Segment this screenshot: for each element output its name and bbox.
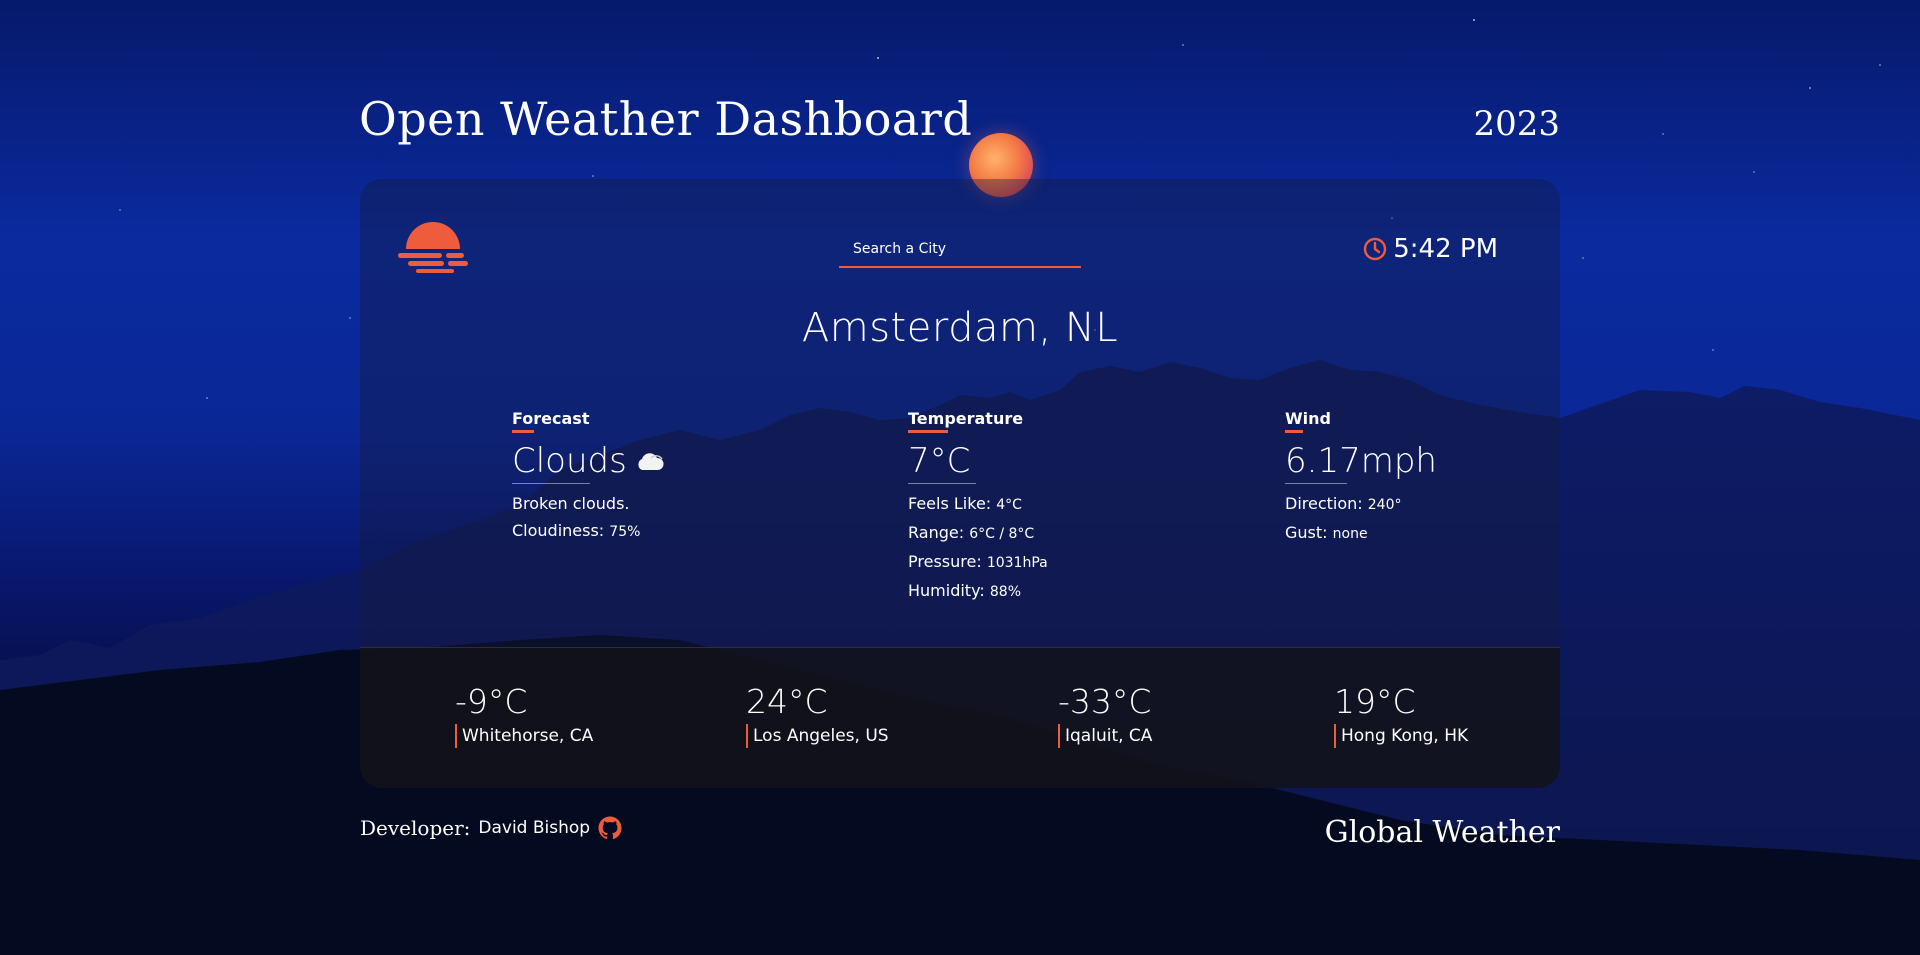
wind-section: Wind 6.17mph Direction: 240° Gust: none [1285,409,1437,548]
global-city-name-row: Iqaluit, CA [1058,724,1152,748]
cloudiness-value: 75% [609,524,641,540]
global-city-name-row: Whitehorse, CA [455,724,593,748]
wind-label: Wind [1285,409,1331,428]
global-city-name: Iqaluit, CA [1065,726,1153,746]
global-city-name-row: Hong Kong, HK [1334,724,1468,748]
gust-row: Gust: none [1285,519,1437,548]
global-city-accent-bar [1058,724,1060,748]
global-city-name: Los Angeles, US [753,726,889,746]
direction-value: 240° [1367,497,1402,513]
footer-title: Global Weather [1324,815,1560,850]
forecast-main: Clouds [512,441,665,481]
temperature-label: Temperature [908,409,1024,428]
forecast-cloudiness: Cloudiness: 75% [512,517,665,546]
sun-logo-icon [398,222,468,273]
range-row: Range: 6°C / 8°C [908,519,1048,548]
wind-label-underline [1285,430,1303,433]
global-city-name: Whitehorse, CA [462,726,594,746]
github-icon[interactable] [598,816,622,840]
global-city-temp: -33°C [1058,682,1152,721]
gust-label: Gust: [1285,523,1328,542]
global-city-card[interactable]: 19°C Hong Kong, HK [1334,682,1468,748]
clock: 5:42 PM [1363,234,1498,264]
temperature-main-value: 7°C [908,441,971,481]
temperature-section: Temperature 7°C Feels Like: 4°C Range: 6… [908,409,1048,606]
feels-like-value: 4°C [996,497,1022,513]
global-city-card[interactable]: -33°C Iqaluit, CA [1058,682,1152,748]
wind-main-underline [1285,483,1347,484]
cloudiness-label: Cloudiness: [512,521,605,540]
direction-label: Direction: [1285,494,1363,513]
pressure-row: Pressure: 1031hPa [908,548,1048,577]
developer-label: Developer: [360,816,471,840]
range-value: 6°C / 8°C [969,526,1035,542]
humidity-value: 88% [989,584,1021,600]
global-city-card[interactable]: -9°C Whitehorse, CA [455,682,593,748]
search-field[interactable] [839,236,1081,268]
direction-row: Direction: 240° [1285,490,1437,519]
global-city-card[interactable]: 24°C Los Angeles, US [746,682,889,748]
range-label: Range: [908,523,965,542]
global-city-name: Hong Kong, HK [1341,726,1469,746]
wind-main: 6.17mph [1285,441,1437,481]
global-city-temp: -9°C [455,682,528,721]
forecast-main-value: Clouds [512,441,627,481]
global-city-accent-bar [746,724,748,748]
developer-credit: Developer: David Bishop [360,816,622,840]
city-name: Amsterdam, NL [801,305,1119,351]
developer-name: David Bishop [478,818,591,838]
global-city-accent-bar [1334,724,1336,748]
clock-time: 5:42 PM [1393,234,1498,264]
global-city-name-row: Los Angeles, US [746,724,889,748]
gust-value: none [1332,526,1368,542]
cloud-icon [638,453,664,470]
feels-like-row: Feels Like: 4°C [908,490,1048,519]
temperature-main-underline [908,483,976,484]
humidity-label: Humidity: [908,581,985,600]
forecast-label-underline [512,430,534,433]
temperature-main: 7°C [908,441,1048,481]
header-year: 2023 [1473,104,1560,144]
forecast-label: Forecast [512,409,590,428]
forecast-description: Broken clouds. [512,494,630,513]
page-title: Open Weather Dashboard [359,92,973,146]
pressure-label: Pressure: [908,552,982,571]
temperature-label-underline [908,430,948,433]
forecast-main-underline [512,483,590,484]
global-city-accent-bar [455,724,457,748]
wind-main-value: 6.17mph [1285,441,1437,481]
global-city-temp: 24°C [746,682,828,721]
humidity-row: Humidity: 88% [908,577,1048,606]
search-input[interactable] [839,236,1081,262]
clock-icon [1364,237,1387,261]
global-city-temp: 19°C [1334,682,1416,721]
feels-like-label: Feels Like: [908,494,992,513]
forecast-section: Forecast Clouds Broken clouds. Cloudines… [512,409,665,546]
pressure-value: 1031hPa [986,555,1048,571]
